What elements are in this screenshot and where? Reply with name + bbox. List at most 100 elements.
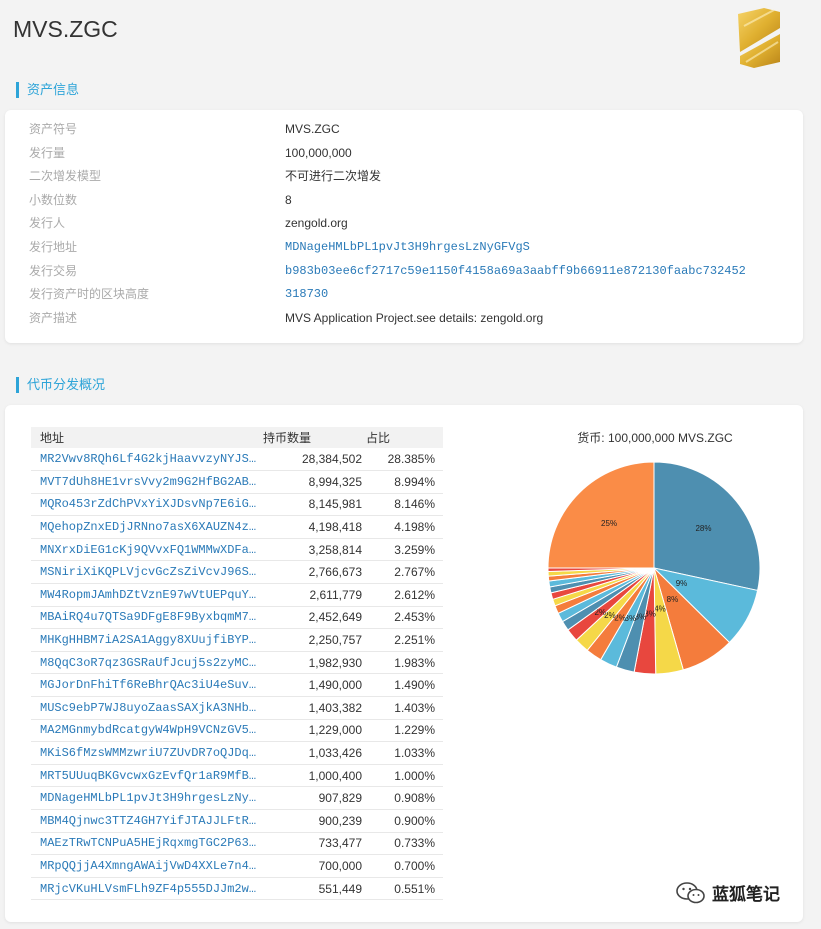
table-row: MRT5UUuqBKGvcwxGzEvfQr1aR9MfB… 1,000,400 1… xyxy=(31,764,443,788)
table-row: MA2MGnmybdRcatgyW4WpH9VCNzGV5… 1,229,000 1… xyxy=(31,719,443,743)
cell-share: 0.700% xyxy=(366,854,443,878)
cell-share: 1.229% xyxy=(366,719,443,743)
info-label: 发行量 xyxy=(29,145,66,160)
info-value: 100,000,000 xyxy=(285,145,352,160)
cell-address: MR2Vwv8RQh6Lf4G2kjHaavvzyNYJS… xyxy=(31,448,263,472)
pie-slice-label: 25% xyxy=(601,519,617,528)
cell-amount: 907,829 xyxy=(263,786,366,810)
page-title: MVS.ZGC xyxy=(13,16,118,42)
info-row: 发行交易 b983b03ee6cf2717c59e1150f4158a69a3aa… xyxy=(5,260,803,283)
address-link[interactable]: MRT5UUuqBKGvcwxGzEvfQr1aR9MfB… xyxy=(40,769,258,783)
wechat-icon xyxy=(676,881,705,903)
cell-amount: 1,229,000 xyxy=(263,719,366,743)
address-link[interactable]: MHKgHHBM7iA2SA1Aggy8XUujfiBYP… xyxy=(40,633,258,647)
info-row: 资产描述 MVS Application Project.see details:… xyxy=(5,307,803,330)
address-link[interactable]: MDNageHMLbPL1pvJt3H9hrgesLzNy… xyxy=(40,791,258,805)
cell-share: 8.146% xyxy=(366,493,443,517)
cell-amount: 2,611,779 xyxy=(263,583,366,607)
address-link[interactable]: MNXrxDiEG1cKj9QVvxFQ1WMMwXDFa… xyxy=(40,543,258,557)
address-link[interactable]: MSNiriXiKQPLVjcvGcZsZiVcvJ96S… xyxy=(40,565,258,579)
cell-address: MRT5UUuqBKGvcwxGzEvfQr1aR9MfB… xyxy=(31,764,263,788)
pie-slice-label: 8% xyxy=(667,595,679,604)
cell-address: MSNiriXiKQPLVjcvGcZsZiVcvJ96S… xyxy=(31,560,263,585)
zengold-logo-icon xyxy=(738,8,780,68)
address-link[interactable]: MBM4Qjnwc3TTZ4GH7YifJTAJJLFtR… xyxy=(40,814,258,828)
info-row: 资产符号 MVS.ZGC xyxy=(5,118,803,141)
table-row: MAEzTRwTCNPuA5HEjRqxmgTGC2P63… 733,477 0.7… xyxy=(31,832,443,856)
cell-share: 4.198% xyxy=(366,515,443,539)
table-row: MVT7dUh8HE1vrsVvy2m9G2HfBG2AB… 8,994,325 8… xyxy=(31,470,443,494)
pie-slice[interactable] xyxy=(547,461,655,569)
cell-amount: 3,258,814 xyxy=(263,538,366,562)
info-row: 小数位数 8 xyxy=(5,189,803,212)
info-value: MVS.ZGC xyxy=(285,122,340,136)
table-row: MBAiRQ4u7QTSa9DFgE8F9ByxbqmM7… 2,452,649 2… xyxy=(31,606,443,630)
cell-address: MRpQQjjA4XmngAWAijVwD4XXLe7n4… xyxy=(31,854,263,878)
section-title-asset-info: 资产信息 xyxy=(16,82,79,98)
address-link[interactable]: MRjcVKuHLVsmFLh9ZF4p555DJJm2w… xyxy=(40,882,258,896)
address-link[interactable]: MW4RopmJAmhDZtVznE97wVtUEPquY… xyxy=(40,588,258,602)
cell-amount: 900,239 xyxy=(263,809,366,833)
cell-share: 0.551% xyxy=(366,877,443,901)
holders-table: 地址 持币数量 占比 MR2Vwv8RQh6Lf4G2kjHaavvzyNYJS… xyxy=(31,427,443,901)
address-link[interactable]: MGJorDnFhiTf6ReBhrQAc3iU4eSuv… xyxy=(40,678,258,692)
table-header-row: 地址 持币数量 占比 xyxy=(31,427,443,448)
cell-share: 2.612% xyxy=(366,583,443,607)
cell-share: 2.453% xyxy=(366,606,443,630)
column-header-amount: 持币数量 xyxy=(263,427,366,448)
cell-share: 2.767% xyxy=(366,560,443,585)
info-row: 发行量 100,000,000 xyxy=(5,142,803,165)
info-row: 二次增发模型 不可进行二次增发 xyxy=(5,165,803,188)
cell-amount: 4,198,418 xyxy=(263,515,366,539)
table-row: MQehopZnxEDjJRNno7asX6XAUZN4z… 4,198,418 4… xyxy=(31,515,443,539)
table-row: MBM4Qjnwc3TTZ4GH7YifJTAJJLFtR… 900,239 0.9… xyxy=(31,809,443,833)
cell-address: MRjcVKuHLVsmFLh9ZF4p555DJJm2w… xyxy=(31,877,263,901)
info-value-link[interactable]: b983b03ee6cf2717c59e1150f4158a69a3aabff9… xyxy=(285,260,746,283)
cell-share: 0.900% xyxy=(366,809,443,833)
info-label: 资产符号 xyxy=(29,122,78,136)
info-label: 二次增发模型 xyxy=(29,169,102,184)
table-row: MUSc9ebP7WJ8uyoZaasSAXjkA3NHb… 1,403,382 1… xyxy=(31,696,443,720)
cell-amount: 551,449 xyxy=(263,877,366,901)
cell-address: MBAiRQ4u7QTSa9DFgE8F9ByxbqmM7… xyxy=(31,606,263,630)
address-link[interactable]: MVT7dUh8HE1vrsVvy2m9G2HfBG2AB… xyxy=(40,475,258,489)
table-row: MGJorDnFhiTf6ReBhrQAc3iU4eSuv… 1,490,000 1… xyxy=(31,673,443,698)
table-row: MDNageHMLbPL1pvJt3H9hrgesLzNy… 907,829 0.9… xyxy=(31,786,443,810)
info-value-link[interactable]: 318730 xyxy=(285,283,328,306)
address-link[interactable]: M8QqC3oR7qz3GSRaUfJcuj5s2zyMC… xyxy=(40,656,258,670)
cell-address: MKiS6fMzsWMMzwriU7ZUvDR7oQJDq… xyxy=(31,741,263,765)
cell-amount: 2,766,673 xyxy=(263,560,366,585)
address-link[interactable]: MBAiRQ4u7QTSa9DFgE8F9ByxbqmM7… xyxy=(40,610,258,624)
address-link[interactable]: MUSc9ebP7WJ8uyoZaasSAXjkA3NHb… xyxy=(40,701,258,715)
cell-address: MNXrxDiEG1cKj9QVvxFQ1WMMwXDFa… xyxy=(31,538,263,562)
pie-slice-label: 28% xyxy=(695,524,711,533)
cell-address: MA2MGnmybdRcatgyW4WpH9VCNzGV5… xyxy=(31,719,263,743)
info-row: 发行地址 MDNageHMLbPL1pvJt3H9hrgesLzNyGFVgS xyxy=(5,236,803,259)
cell-share: 1.403% xyxy=(366,696,443,720)
table-row: MR2Vwv8RQh6Lf4G2kjHaavvzyNYJS… 28,384,502… xyxy=(31,448,443,472)
address-link[interactable]: MQehopZnxEDjJRNno7asX6XAUZN4z… xyxy=(40,520,258,534)
address-link[interactable]: MKiS6fMzsWMMzwriU7ZUvDR7oQJDq… xyxy=(40,746,258,760)
table-row: MHKgHHBM7iA2SA1Aggy8XUujfiBYP… 2,250,757 2… xyxy=(31,628,443,652)
watermark-text: 蓝狐笔记 xyxy=(712,885,780,904)
table-row: MW4RopmJAmhDZtVznE97wVtUEPquY… 2,611,779 2… xyxy=(31,583,443,607)
address-link[interactable]: MAEzTRwTCNPuA5HEjRqxmgTGC2P63… xyxy=(40,836,258,850)
address-link[interactable]: MR2Vwv8RQh6Lf4G2kjHaavvzyNYJS… xyxy=(40,452,258,466)
info-value-link[interactable]: MDNageHMLbPL1pvJt3H9hrgesLzNyGFVgS xyxy=(285,236,530,259)
cell-amount: 8,145,981 xyxy=(263,493,366,517)
cell-address: MVT7dUh8HE1vrsVvy2m9G2HfBG2AB… xyxy=(31,470,263,494)
cell-share: 1.983% xyxy=(366,651,443,675)
cell-amount: 1,403,382 xyxy=(263,696,366,720)
cell-share: 28.385% xyxy=(366,448,443,472)
info-value: 8 xyxy=(285,192,292,207)
address-link[interactable]: MA2MGnmybdRcatgyW4WpH9VCNzGV5… xyxy=(40,723,258,737)
address-link[interactable]: MQRo453rZdChPVxYiXJDsvNp7E6iG… xyxy=(40,497,258,511)
address-link[interactable]: MRpQQjjA4XmngAWAijVwD4XXLe7n4… xyxy=(40,859,258,873)
cell-address: MQRo453rZdChPVxYiXJDsvNp7E6iG… xyxy=(31,493,263,517)
column-header-address: 地址 xyxy=(31,427,263,448)
pie-slice-label: 9% xyxy=(676,579,688,588)
cell-share: 2.251% xyxy=(366,628,443,652)
pie-slice-label: 4% xyxy=(654,604,666,613)
cell-amount: 28,384,502 xyxy=(263,448,366,472)
cell-share: 1.000% xyxy=(366,764,443,788)
